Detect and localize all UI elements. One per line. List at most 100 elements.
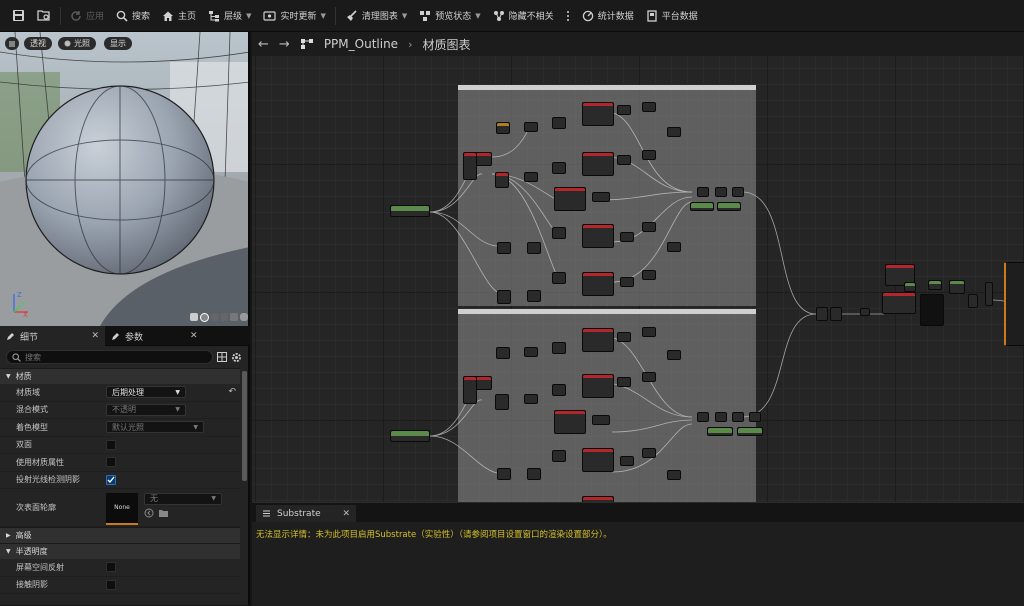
- material-function-node[interactable]: [690, 202, 714, 211]
- search-button[interactable]: 搜索: [110, 4, 156, 28]
- close-icon[interactable]: ✕: [91, 331, 99, 341]
- expression-node[interactable]: [642, 222, 656, 232]
- expression-node[interactable]: [524, 122, 538, 132]
- expression-node[interactable]: [620, 232, 634, 242]
- hide-unrelated-button[interactable]: 隐藏不相关: [487, 4, 560, 28]
- contact-shadows-checkbox[interactable]: [106, 579, 116, 590]
- browse-icon[interactable]: [144, 508, 154, 518]
- material-function-node[interactable]: [717, 202, 741, 211]
- texture-sample-node[interactable]: [582, 272, 614, 296]
- expression-node[interactable]: [667, 470, 681, 480]
- expression-node[interactable]: [830, 307, 842, 321]
- material-function-node[interactable]: [737, 427, 763, 436]
- expression-node[interactable]: [475, 376, 492, 390]
- material-parameter-node[interactable]: [390, 205, 430, 217]
- expression-node[interactable]: [904, 282, 916, 292]
- expression-node[interactable]: [524, 347, 538, 357]
- expression-node[interactable]: [495, 172, 509, 188]
- expression-node[interactable]: [552, 117, 566, 129]
- expression-node[interactable]: [715, 187, 727, 197]
- expression-node[interactable]: [497, 290, 511, 304]
- blend-mode-dropdown[interactable]: 不透明 ▼: [106, 403, 186, 416]
- expression-node[interactable]: [642, 150, 656, 160]
- expression-node[interactable]: [617, 105, 631, 115]
- details-search-input[interactable]: [25, 352, 175, 362]
- expression-node[interactable]: [697, 187, 709, 197]
- expression-node[interactable]: [527, 290, 541, 302]
- expression-node[interactable]: [552, 384, 566, 396]
- texture-sample-node[interactable]: [582, 224, 614, 248]
- expression-node[interactable]: [642, 102, 656, 112]
- expression-node[interactable]: [497, 468, 511, 480]
- expression-node[interactable]: [592, 415, 610, 425]
- show-button[interactable]: 显示: [104, 37, 132, 50]
- material-output-node[interactable]: [1004, 262, 1024, 346]
- tab-parameters[interactable]: 参数 ✕: [105, 326, 204, 346]
- expression-node[interactable]: [642, 327, 656, 337]
- expression-node[interactable]: [552, 162, 566, 174]
- expression-node[interactable]: [617, 332, 631, 342]
- expression-node[interactable]: [620, 277, 634, 287]
- expression-node[interactable]: [985, 282, 993, 306]
- expression-node[interactable]: [697, 412, 709, 422]
- viewport-menu-button[interactable]: [5, 37, 19, 50]
- expression-node[interactable]: [527, 242, 541, 254]
- forward-arrow-icon[interactable]: →: [279, 37, 290, 52]
- expression-node[interactable]: [617, 155, 631, 165]
- expression-node[interactable]: [949, 280, 965, 294]
- live-update-button[interactable]: 实时更新 ▼: [257, 4, 331, 28]
- screen-space-reflections-checkbox[interactable]: [106, 562, 116, 573]
- comment-box-bottom-header[interactable]: [458, 309, 756, 314]
- gear-icon[interactable]: [231, 352, 242, 363]
- texture-sample-node[interactable]: [582, 374, 614, 398]
- browse-asset-button[interactable]: [31, 4, 57, 28]
- expression-node[interactable]: [642, 372, 656, 382]
- expression-node[interactable]: [968, 294, 978, 308]
- hierarchy-button[interactable]: 层级 ▼: [202, 4, 257, 28]
- preview-teapot-button[interactable]: [240, 313, 248, 321]
- expression-node[interactable]: [524, 394, 538, 404]
- expression-node[interactable]: [592, 192, 610, 202]
- texture-sample-node[interactable]: [582, 102, 614, 126]
- preview-cube-button[interactable]: [220, 313, 229, 321]
- texture-sample-node[interactable]: [582, 328, 614, 352]
- preview-sphere-button[interactable]: [199, 313, 209, 322]
- material-domain-dropdown[interactable]: 后期处理 ▼: [106, 386, 186, 399]
- preview-mesh-button[interactable]: [230, 313, 239, 321]
- texture-sample-node[interactable]: [582, 448, 614, 472]
- close-icon[interactable]: ✕: [190, 331, 198, 341]
- preview-state-button[interactable]: 预览状态 ▼: [413, 4, 486, 28]
- expression-node[interactable]: [495, 394, 509, 410]
- category-material[interactable]: ▼ 材质: [0, 368, 240, 384]
- lighting-button[interactable]: 光照: [58, 37, 96, 50]
- expression-node[interactable]: [475, 152, 492, 166]
- category-translucency[interactable]: ▼ 半透明度: [0, 543, 240, 559]
- preview-cylinder-button[interactable]: [190, 313, 198, 321]
- back-arrow-icon[interactable]: ←: [258, 37, 269, 52]
- expression-node[interactable]: [552, 272, 566, 284]
- save-button[interactable]: [6, 4, 31, 28]
- clean-graph-button[interactable]: 清理图表 ▼: [339, 4, 413, 28]
- apply-button[interactable]: 应用: [64, 4, 110, 28]
- home-button[interactable]: 主页: [156, 4, 202, 28]
- expression-node[interactable]: [860, 308, 870, 316]
- expression-node[interactable]: [552, 450, 566, 462]
- expression-node[interactable]: [496, 122, 510, 134]
- platform-stats-button[interactable]: 平台数据: [640, 4, 704, 28]
- texture-sample-node[interactable]: [554, 410, 586, 434]
- expression-node[interactable]: [552, 227, 566, 239]
- toolbar-more-button[interactable]: [560, 4, 576, 28]
- preview-viewport[interactable]: 透视 光照 显示 Z Y X: [0, 32, 250, 326]
- expression-node[interactable]: [527, 468, 541, 480]
- texture-sample-node[interactable]: [554, 187, 586, 211]
- folder-search-icon[interactable]: [158, 508, 169, 518]
- texture-sample-node[interactable]: [882, 292, 916, 314]
- expression-node[interactable]: [617, 377, 631, 387]
- expression-node[interactable]: [667, 242, 681, 252]
- expression-node[interactable]: [524, 172, 538, 182]
- expression-node[interactable]: [749, 412, 761, 422]
- expression-node[interactable]: [715, 412, 727, 422]
- cast-ray-traced-shadows-checkbox[interactable]: [106, 474, 116, 485]
- tab-details[interactable]: 细节 ✕: [0, 326, 105, 346]
- expression-node[interactable]: [642, 448, 656, 458]
